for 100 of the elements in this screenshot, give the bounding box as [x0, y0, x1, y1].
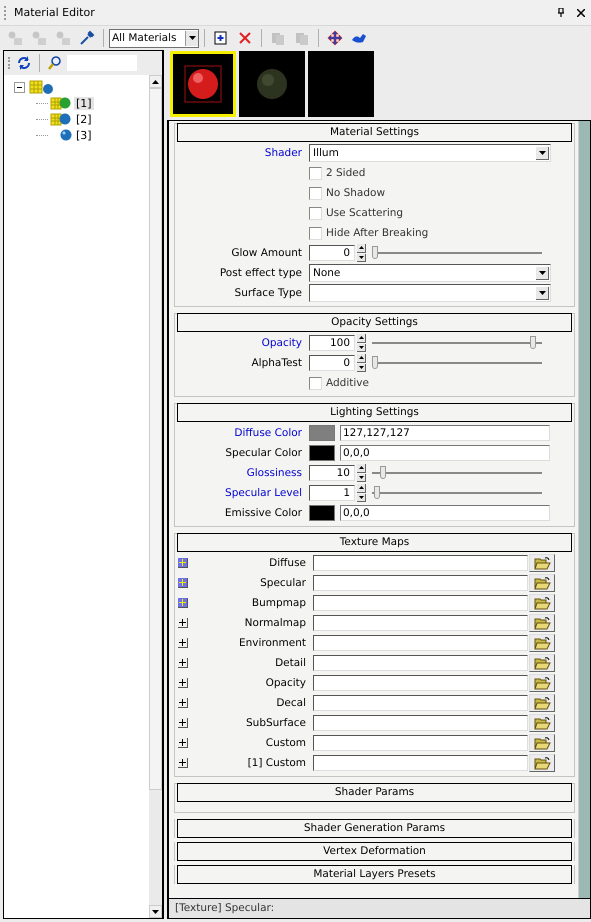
checkbox[interactable]: Additive	[309, 376, 369, 390]
texture-path-field[interactable]	[313, 675, 528, 691]
section-header[interactable]: Lighting Settings	[177, 403, 572, 422]
section-header[interactable]: Material Settings	[177, 123, 572, 142]
number-field[interactable]: 0	[309, 355, 355, 371]
add-icon[interactable]	[178, 738, 188, 748]
folder-icon	[534, 656, 550, 670]
color-value-field[interactable]: 0,0,0	[340, 505, 550, 521]
browse-button[interactable]	[529, 674, 555, 692]
add-icon[interactable]	[178, 598, 188, 608]
close-icon[interactable]	[577, 8, 585, 16]
browse-button[interactable]	[529, 554, 555, 572]
browse-button[interactable]	[529, 594, 555, 612]
texture-path-field[interactable]	[313, 615, 528, 631]
checkbox-box[interactable]	[309, 226, 322, 240]
dropdown[interactable]: Illum	[309, 144, 551, 162]
browse-button[interactable]	[529, 734, 555, 752]
tree-item[interactable]: [3]	[74, 128, 94, 142]
filter-dropdown[interactable]: All Materials	[109, 28, 199, 48]
tree-item[interactable]: [1]	[74, 96, 94, 110]
checkbox-box[interactable]	[309, 206, 322, 220]
section-header[interactable]: Opacity Settings	[177, 313, 572, 332]
scroll-up-icon[interactable]	[152, 80, 159, 84]
spinner-arrows-icon[interactable]	[357, 464, 366, 482]
checkbox[interactable]: No Shadow	[309, 186, 386, 200]
section-header[interactable]: Texture Maps	[177, 533, 572, 552]
color-value-field[interactable]: 0,0,0	[340, 445, 550, 461]
dropdown[interactable]	[309, 284, 551, 302]
browse-button[interactable]	[529, 714, 555, 732]
slider[interactable]	[372, 355, 542, 371]
section-header[interactable]: Shader Params	[177, 783, 572, 802]
color-swatch[interactable]	[309, 505, 335, 521]
field-label: Normalmap	[244, 617, 306, 629]
scroll-down-icon[interactable]	[152, 910, 159, 914]
section-header[interactable]: Shader Generation Params	[177, 819, 572, 838]
add-icon[interactable]	[178, 638, 188, 648]
browse-button[interactable]	[529, 754, 555, 772]
texture-path-field[interactable]	[313, 755, 528, 771]
color-value-field[interactable]: 127,127,127	[340, 425, 550, 441]
add-icon[interactable]	[178, 718, 188, 728]
browse-button[interactable]	[529, 694, 555, 712]
spinner-arrows-icon[interactable]	[357, 244, 366, 262]
scrollbar[interactable]	[149, 75, 162, 918]
slider-thumb[interactable]	[380, 466, 386, 479]
pin-icon[interactable]	[557, 8, 565, 17]
slider[interactable]	[372, 335, 542, 351]
add-icon[interactable]	[178, 618, 188, 628]
search-icon[interactable]	[47, 55, 63, 71]
dropdown-arrow-icon	[538, 150, 546, 154]
texture-path-field[interactable]	[313, 655, 528, 671]
spinner-arrows-icon[interactable]	[357, 334, 366, 352]
add-icon[interactable]	[178, 758, 188, 768]
number-field[interactable]: 10	[309, 465, 355, 481]
spinner-arrows-icon[interactable]	[357, 484, 366, 502]
number-field[interactable]: 1	[309, 485, 355, 501]
texture-path-field[interactable]	[313, 595, 528, 611]
checkbox[interactable]: Hide After Breaking	[309, 226, 428, 240]
browse-button[interactable]	[529, 614, 555, 632]
add-icon[interactable]	[178, 698, 188, 708]
color-swatch[interactable]	[309, 445, 335, 461]
texture-path-field[interactable]	[313, 735, 528, 751]
slider[interactable]	[372, 485, 542, 501]
dropdown-arrow-icon	[538, 290, 546, 294]
slider-thumb[interactable]	[372, 356, 378, 369]
texture-path-field[interactable]	[313, 555, 528, 571]
folder-icon	[534, 596, 550, 610]
slider[interactable]	[372, 245, 542, 261]
window-title: Material Editor	[14, 6, 96, 19]
field-label: Diffuse	[269, 557, 306, 569]
add-icon[interactable]	[178, 678, 188, 688]
section-header[interactable]: Material Layers Presets	[177, 865, 572, 884]
slider-thumb[interactable]	[372, 246, 378, 259]
scrollbar[interactable]	[578, 121, 590, 898]
texture-path-field[interactable]	[313, 635, 528, 651]
number-field[interactable]: 100	[309, 335, 355, 351]
color-swatch[interactable]	[309, 425, 335, 441]
slider-thumb[interactable]	[530, 336, 536, 349]
checkbox-box[interactable]	[309, 186, 322, 200]
browse-button[interactable]	[529, 634, 555, 652]
checkbox[interactable]: Use Scattering	[309, 206, 404, 220]
checkbox-box[interactable]	[309, 376, 322, 390]
checkbox-box[interactable]	[309, 166, 322, 180]
refresh-icon[interactable]	[16, 55, 32, 71]
add-icon[interactable]	[178, 578, 188, 588]
section-header[interactable]: Vertex Deformation	[177, 842, 572, 861]
number-field[interactable]: 0	[309, 245, 355, 261]
texture-path-field[interactable]	[313, 575, 528, 591]
spinner-arrows-icon[interactable]	[357, 354, 366, 372]
slider-thumb[interactable]	[374, 486, 380, 499]
tree-item[interactable]: [2]	[74, 112, 94, 126]
dropdown[interactable]: None	[309, 264, 551, 282]
texture-path-field[interactable]	[313, 715, 528, 731]
browse-button[interactable]	[529, 654, 555, 672]
add-icon[interactable]	[178, 658, 188, 668]
browse-button[interactable]	[529, 574, 555, 592]
slider[interactable]	[372, 465, 542, 481]
add-icon[interactable]	[178, 558, 188, 568]
texture-path-field[interactable]	[313, 695, 528, 711]
checkbox[interactable]: 2 Sided	[309, 166, 366, 180]
expander-icon[interactable]	[14, 82, 25, 92]
